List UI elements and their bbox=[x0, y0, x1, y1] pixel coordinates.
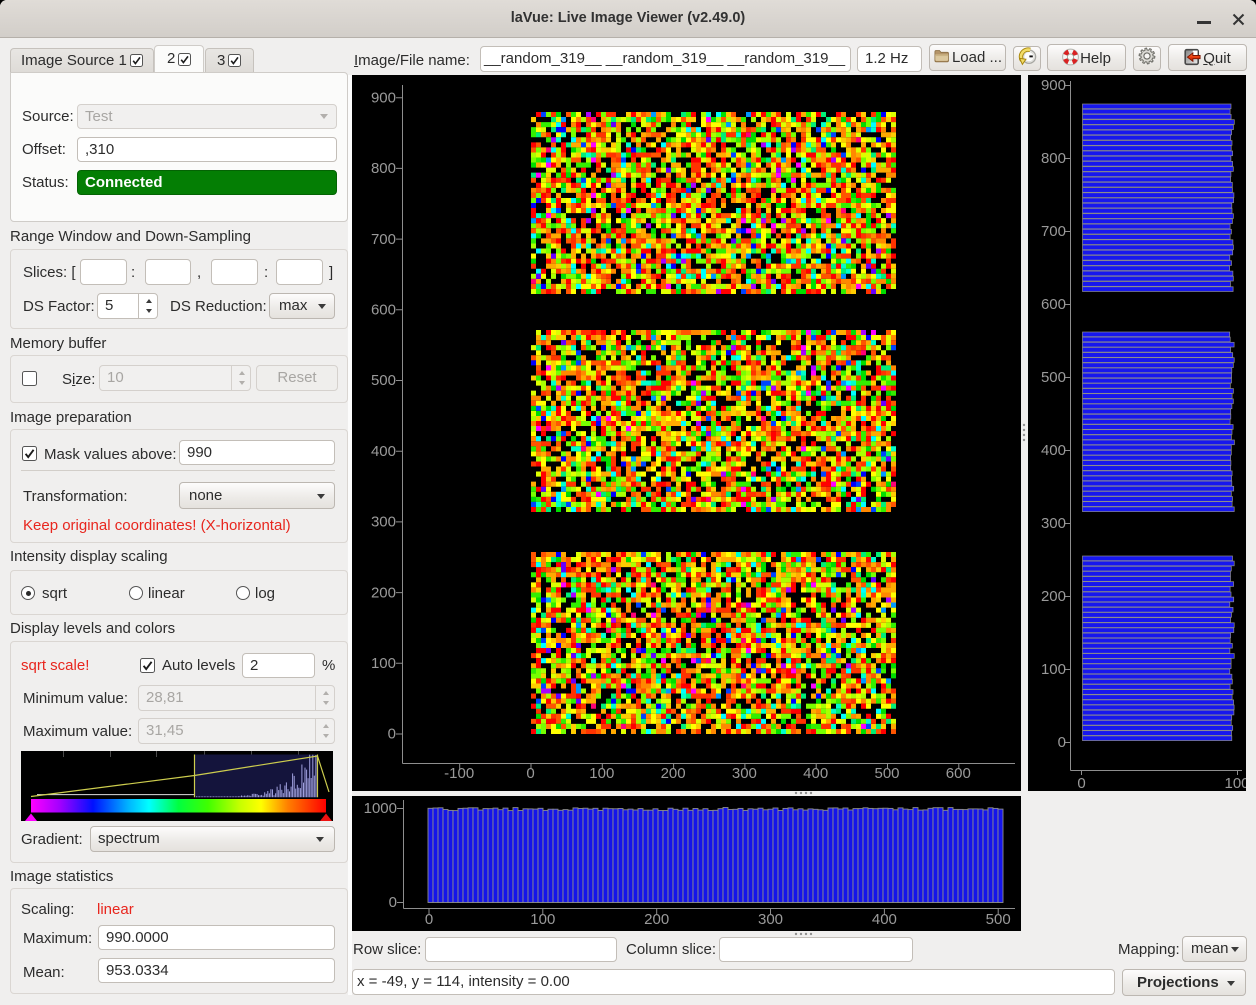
svg-text:200: 200 bbox=[1041, 588, 1066, 605]
svg-text:200: 200 bbox=[371, 584, 396, 601]
svg-text:400: 400 bbox=[803, 765, 828, 782]
svg-text:300: 300 bbox=[732, 765, 757, 782]
svg-text:0: 0 bbox=[526, 765, 534, 782]
svg-text:600: 600 bbox=[371, 302, 396, 319]
svg-text:800: 800 bbox=[1041, 150, 1066, 167]
svg-text:100: 100 bbox=[530, 911, 555, 928]
svg-text:400: 400 bbox=[1041, 442, 1066, 459]
svg-text:-100: -100 bbox=[444, 765, 474, 782]
svg-text:500: 500 bbox=[371, 372, 396, 389]
svg-text:900: 900 bbox=[371, 89, 396, 106]
svg-text:600: 600 bbox=[946, 765, 971, 782]
svg-text:100: 100 bbox=[1041, 661, 1066, 678]
svg-text:100: 100 bbox=[589, 765, 614, 782]
svg-text:700: 700 bbox=[371, 231, 396, 248]
svg-text:500: 500 bbox=[1041, 369, 1066, 386]
svg-text:400: 400 bbox=[371, 443, 396, 460]
svg-text:600: 600 bbox=[1041, 296, 1066, 313]
svg-text:900: 900 bbox=[1041, 77, 1066, 94]
svg-text:300: 300 bbox=[1041, 515, 1066, 532]
svg-text:300: 300 bbox=[371, 514, 396, 531]
svg-text:700: 700 bbox=[1041, 223, 1066, 240]
svg-text:0: 0 bbox=[425, 911, 433, 928]
svg-text:0: 0 bbox=[388, 726, 396, 743]
svg-text:100: 100 bbox=[371, 655, 396, 672]
svg-text:800: 800 bbox=[371, 160, 396, 177]
svg-text:200: 200 bbox=[644, 911, 669, 928]
svg-text:0: 0 bbox=[1077, 775, 1085, 791]
svg-text:500: 500 bbox=[874, 765, 899, 782]
svg-text:300: 300 bbox=[758, 911, 783, 928]
svg-text:0: 0 bbox=[389, 894, 397, 911]
svg-text:100: 100 bbox=[1224, 775, 1246, 791]
svg-text:0: 0 bbox=[1058, 734, 1066, 751]
svg-text:400: 400 bbox=[872, 911, 897, 928]
svg-text:500: 500 bbox=[986, 911, 1011, 928]
svg-text:1000: 1000 bbox=[364, 800, 397, 817]
svg-text:200: 200 bbox=[661, 765, 686, 782]
